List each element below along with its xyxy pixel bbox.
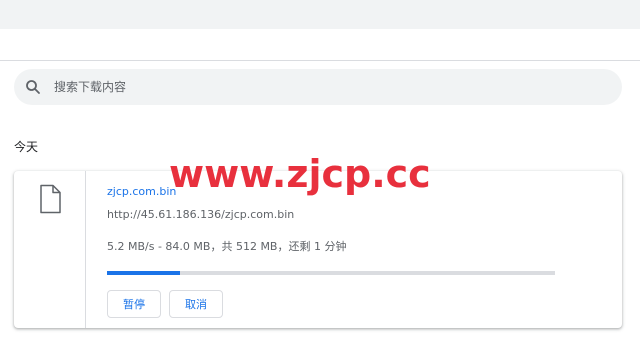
source-url: http://45.61.186.136/zjcp.com.bin [107, 208, 295, 221]
progress-bar-fill [107, 271, 181, 275]
search-icon [25, 79, 41, 95]
watermark-overlay: www.zjcp.cc [169, 152, 431, 196]
search-bar[interactable] [14, 69, 622, 105]
pause-button[interactable]: 暂停 [107, 290, 161, 318]
download-status: 5.2 MB/s - 84.0 MB，共 512 MB，还剩 1 分钟 [107, 240, 347, 253]
header-divider [0, 60, 640, 61]
download-icon-column [14, 171, 86, 328]
top-bar [0, 0, 640, 29]
file-name-link[interactable]: zjcp.com.bin [107, 185, 176, 199]
date-group-label: 今天 [14, 140, 39, 154]
cancel-button[interactable]: 取消 [169, 290, 223, 318]
file-icon [38, 184, 62, 214]
search-input[interactable] [54, 69, 594, 105]
progress-bar [107, 271, 555, 275]
